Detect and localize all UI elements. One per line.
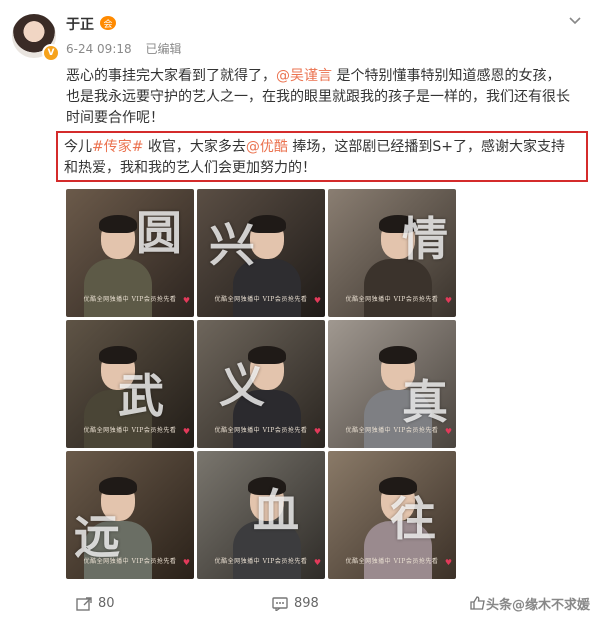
verified-badge: V bbox=[42, 44, 60, 62]
highlighted-text-box: 今儿#传家# 收官，大家多去@优酷 捧场，这部剧已经播到S+了，感谢大家支持 和… bbox=[56, 131, 588, 182]
text-segment: 收官，大家多去 bbox=[143, 139, 246, 155]
mention-link[interactable]: @吴谨言 bbox=[276, 68, 332, 84]
poster-calligraphy: 义 bbox=[219, 359, 265, 413]
poster-calligraphy: 兴 bbox=[209, 218, 255, 272]
image-thumbnail[interactable]: 兴优酷全网独播中 VIP会员抢先看 ♥ bbox=[197, 189, 325, 317]
weibo-post: V 于正 会 6-24 09:18 已编辑 恶心的事挂完大家看到了就得了，@吴谨… bbox=[0, 0, 600, 627]
comment-button[interactable]: 898 bbox=[272, 596, 319, 611]
image-grid: 圆优酷全网独播中 VIP会员抢先看 ♥ 兴优酷全网独播中 VIP会员抢先看 ♥ 情优酷全… bbox=[66, 189, 456, 579]
thumbs-up-icon bbox=[470, 596, 485, 610]
poster-caption: 优酷全网独播中 VIP会员抢先看 bbox=[83, 427, 177, 434]
image-thumbnail[interactable]: 远优酷全网独播中 VIP会员抢先看 ♥ bbox=[66, 451, 194, 579]
mention-link[interactable]: @优酷 bbox=[246, 139, 288, 155]
poster-calligraphy: 血 bbox=[253, 484, 299, 538]
poster-calligraphy: 往 bbox=[390, 492, 436, 546]
figure-hair bbox=[99, 477, 137, 495]
figure-hair bbox=[379, 346, 417, 364]
heart-icon: ♥ bbox=[444, 427, 452, 436]
image-thumbnail[interactable]: 血优酷全网独播中 VIP会员抢先看 ♥ bbox=[197, 451, 325, 579]
text-segment: 是个特别懂事特别知道感恩的女孩， bbox=[332, 68, 561, 84]
figure-hair bbox=[99, 215, 137, 233]
text-line: 和热爱，我和我的艺人们会更加努力的！ bbox=[64, 160, 316, 176]
heart-icon: ♥ bbox=[444, 558, 452, 567]
poster-caption: 优酷全网独播中 VIP会员抢先看 bbox=[214, 296, 308, 303]
text-segment: 捧场，这部剧已经播到S+了，感谢大家支持 bbox=[287, 139, 565, 155]
share-icon bbox=[76, 596, 92, 611]
poster-caption: 优酷全网独播中 VIP会员抢先看 bbox=[345, 427, 439, 434]
image-thumbnail[interactable]: 真优酷全网独播中 VIP会员抢先看 ♥ bbox=[328, 320, 456, 448]
image-thumbnail[interactable]: 义优酷全网独播中 VIP会员抢先看 ♥ bbox=[197, 320, 325, 448]
heart-icon: ♥ bbox=[182, 427, 190, 436]
username[interactable]: 于正 bbox=[66, 14, 94, 34]
post-meta: 6-24 09:18 已编辑 bbox=[66, 40, 191, 57]
poster-caption: 优酷全网独播中 VIP会员抢先看 bbox=[214, 558, 308, 565]
heart-icon: ♥ bbox=[313, 296, 321, 305]
repost-button[interactable]: 80 bbox=[76, 596, 115, 611]
edited-label[interactable]: 已编辑 bbox=[145, 42, 181, 56]
post-date[interactable]: 6-24 09:18 bbox=[66, 42, 132, 56]
image-thumbnail[interactable]: 往优酷全网独播中 VIP会员抢先看 ♥ bbox=[328, 451, 456, 579]
heart-icon: ♥ bbox=[182, 558, 190, 567]
image-thumbnail[interactable]: 情优酷全网独播中 VIP会员抢先看 ♥ bbox=[328, 189, 456, 317]
hashtag-link[interactable]: #传家# bbox=[92, 139, 143, 155]
heart-icon: ♥ bbox=[313, 427, 321, 436]
image-thumbnail[interactable]: 圆优酷全网独播中 VIP会员抢先看 ♥ bbox=[66, 189, 194, 317]
poster-calligraphy: 圆 bbox=[136, 206, 182, 260]
text-line: 也是我永远要守护的艺人之一，在我的眼里就跟我的孩子是一样的，我们还有很长 bbox=[66, 89, 570, 105]
action-bar: 80 898 头条@缘木不求媛 bbox=[0, 590, 600, 620]
text-line: 时间要合作呢！ bbox=[66, 110, 164, 126]
heart-icon: ♥ bbox=[444, 296, 452, 305]
poster-caption: 优酷全网独播中 VIP会员抢先看 bbox=[345, 558, 439, 565]
poster-calligraphy: 武 bbox=[118, 369, 164, 423]
watermark: 头条@缘木不求媛 bbox=[485, 598, 590, 613]
poster-calligraphy: 真 bbox=[402, 375, 448, 429]
chevron-down-icon[interactable] bbox=[568, 14, 582, 30]
heart-icon: ♥ bbox=[182, 296, 190, 305]
text-segment: 恶心的事挂完大家看到了就得了， bbox=[66, 68, 276, 84]
poster-caption: 优酷全网独播中 VIP会员抢先看 bbox=[214, 427, 308, 434]
poster-caption: 优酷全网独播中 VIP会员抢先看 bbox=[83, 296, 177, 303]
comment-icon bbox=[272, 596, 288, 611]
vip-icon: 会 bbox=[100, 16, 116, 30]
post-text: 恶心的事挂完大家看到了就得了，@吴谨言 是个特别懂事特别知道感恩的女孩， 也是我… bbox=[66, 66, 586, 129]
text-segment: 今儿 bbox=[64, 139, 92, 155]
repost-count: 80 bbox=[98, 596, 115, 611]
poster-caption: 优酷全网独播中 VIP会员抢先看 bbox=[83, 558, 177, 565]
poster-caption: 优酷全网独播中 VIP会员抢先看 bbox=[345, 296, 439, 303]
figure-body bbox=[84, 259, 152, 317]
poster-calligraphy: 情 bbox=[402, 212, 448, 266]
heart-icon: ♥ bbox=[313, 558, 321, 567]
comment-count: 898 bbox=[294, 596, 319, 611]
like-button[interactable] bbox=[470, 596, 486, 610]
image-thumbnail[interactable]: 武优酷全网独播中 VIP会员抢先看 ♥ bbox=[66, 320, 194, 448]
